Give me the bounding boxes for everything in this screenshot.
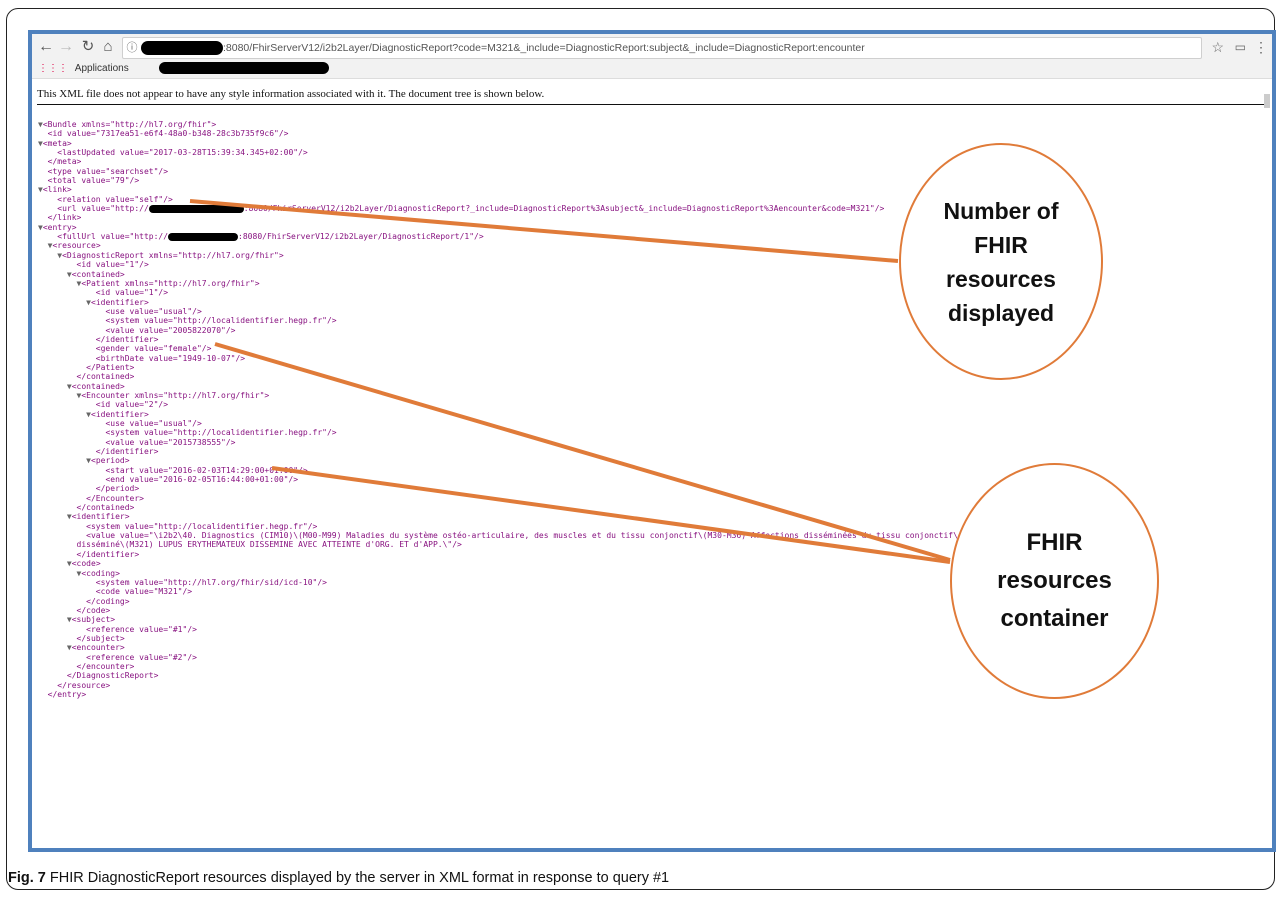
callout-line-encounter bbox=[271, 466, 951, 564]
callout-text: resources bbox=[946, 265, 1056, 292]
caption-label: Fig. 7 bbox=[8, 870, 46, 886]
callout-lines bbox=[189, 199, 951, 564]
callout-number-of-resources: Number of FHIR resources displayed bbox=[899, 143, 1103, 380]
caption-text: FHIR DiagnosticReport resources displaye… bbox=[45, 870, 670, 886]
figure-caption: Fig. 7 FHIR DiagnosticReport resources d… bbox=[8, 870, 669, 886]
callout-text: FHIR bbox=[974, 231, 1028, 258]
callout-text: displayed bbox=[947, 299, 1055, 326]
callout-text: container bbox=[1000, 605, 1109, 632]
callout-line-total bbox=[189, 199, 899, 263]
callout-resources-container: FHIR resources container bbox=[950, 463, 1159, 699]
callout-line-patient bbox=[214, 342, 951, 562]
callout-text: Number of bbox=[943, 197, 1059, 224]
callout-text: resources bbox=[997, 567, 1112, 594]
callout-text: FHIR bbox=[1026, 529, 1083, 556]
